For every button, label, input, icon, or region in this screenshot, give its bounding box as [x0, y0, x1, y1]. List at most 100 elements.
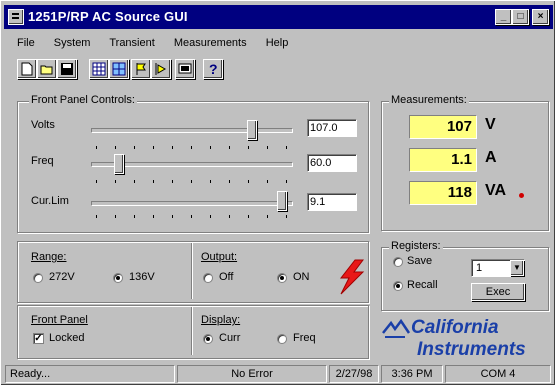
- flag-button[interactable]: [131, 59, 151, 79]
- output-label: Output:: [201, 251, 238, 263]
- register-select[interactable]: 1 ▼: [471, 259, 525, 277]
- window-title: 1251P/RP AC Source GUI: [28, 9, 188, 24]
- california-instruments-logo-icon: [382, 319, 411, 338]
- range-272v-label[interactable]: 272V: [49, 271, 75, 283]
- new-icon: [21, 62, 33, 76]
- freq-input[interactable]: 60.0: [307, 154, 357, 172]
- close-button[interactable]: ×: [532, 9, 549, 25]
- minimize-button[interactable]: _: [495, 9, 512, 25]
- table-button[interactable]: [109, 59, 129, 79]
- menu-measurements[interactable]: Measurements: [174, 37, 247, 49]
- curlim-slider-tick: [96, 215, 97, 218]
- current-unit: A: [485, 149, 497, 166]
- volts-slider-tick: [172, 146, 173, 149]
- volts-slider-tick: [248, 146, 249, 149]
- menu-file[interactable]: File: [17, 37, 35, 49]
- output-off-radio[interactable]: [203, 273, 213, 283]
- register-recall-radio[interactable]: [393, 281, 403, 291]
- volts-slider-tick: [115, 146, 116, 149]
- freq-slider-tick: [210, 180, 211, 183]
- flag-icon: [136, 63, 146, 75]
- maximize-button[interactable]: □: [512, 9, 529, 25]
- help-icon: ?: [209, 61, 218, 77]
- curlim-slider-thumb[interactable]: [277, 191, 288, 211]
- title-bar[interactable]: 1251P/RP AC Source GUI _ □ ×: [4, 5, 553, 29]
- volts-slider-tick: [153, 146, 154, 149]
- locked-checkbox-label[interactable]: Locked: [49, 332, 84, 344]
- freq-slider-tick: [286, 180, 287, 183]
- frontpanel-display-divider: [191, 307, 192, 355]
- display-freq-label[interactable]: Freq: [293, 332, 316, 344]
- freq-slider-tick: [96, 180, 97, 183]
- menu-help[interactable]: Help: [266, 37, 289, 49]
- display-icon: [178, 63, 192, 74]
- display-curr-radio[interactable]: [203, 334, 213, 344]
- measurements-title: Measurements:: [389, 94, 469, 106]
- curlim-slider-tick: [210, 215, 211, 218]
- chevron-down-icon[interactable]: ▼: [510, 260, 524, 276]
- display-curr-label[interactable]: Curr: [219, 332, 240, 344]
- register-recall-label[interactable]: Recall: [407, 279, 438, 291]
- open-icon: [40, 65, 53, 75]
- freq-slider-thumb[interactable]: [113, 154, 124, 174]
- volts-slider-tick: [267, 146, 268, 149]
- help-button[interactable]: ?: [203, 59, 223, 79]
- curlim-slider-tick: [172, 215, 173, 218]
- register-save-radio[interactable]: [393, 257, 403, 267]
- front-panel-controls-title: Front Panel Controls:: [29, 94, 137, 106]
- register-save-label[interactable]: Save: [407, 255, 432, 267]
- volts-slider-track[interactable]: [91, 128, 293, 133]
- range-output-divider: [191, 243, 192, 299]
- output-off-label[interactable]: Off: [219, 271, 233, 283]
- lightning-bolt-icon: [339, 259, 365, 295]
- volts-slider-thumb[interactable]: [246, 120, 257, 140]
- range-136v-label[interactable]: 136V: [129, 271, 155, 283]
- volts-slider-tick: [191, 146, 192, 149]
- freq-slider-tick: [191, 180, 192, 183]
- volts-input[interactable]: 107.0: [307, 119, 357, 137]
- range-label: Range:: [31, 251, 67, 263]
- brand-line2: Instruments: [417, 339, 526, 360]
- freq-slider-tick: [267, 180, 268, 183]
- new-button[interactable]: [17, 59, 37, 79]
- range-272v-radio[interactable]: [33, 273, 43, 283]
- curlim-slider-tick: [248, 215, 249, 218]
- status-error: No Error: [177, 365, 327, 383]
- display-button[interactable]: [175, 59, 195, 79]
- curlim-slider-tick: [191, 215, 192, 218]
- menu-transient[interactable]: Transient: [109, 37, 154, 49]
- grid-button[interactable]: [89, 59, 109, 79]
- grid-icon: [92, 62, 106, 76]
- curlim-slider-tick: [267, 215, 268, 218]
- output-on-radio[interactable]: [277, 273, 287, 283]
- display-freq-radio[interactable]: [277, 334, 287, 344]
- curlim-slider-tick: [153, 215, 154, 218]
- step-icon: [155, 63, 167, 75]
- curlim-slider-tick: [286, 215, 287, 218]
- freq-label: Freq: [31, 155, 54, 167]
- curlim-label: Cur.Lim: [31, 195, 69, 207]
- power-readout: 118: [409, 181, 477, 205]
- freq-slider-tick: [134, 180, 135, 183]
- curlim-slider-tick: [134, 215, 135, 218]
- status-date: 2/27/98: [329, 365, 379, 383]
- save-icon: [61, 63, 73, 75]
- exec-button[interactable]: Exec: [471, 283, 525, 301]
- app-icon[interactable]: [8, 9, 24, 25]
- save-button[interactable]: [57, 59, 77, 79]
- freq-slider-tick: [172, 180, 173, 183]
- locked-checkbox[interactable]: ✓: [33, 333, 44, 344]
- output-on-label[interactable]: ON: [293, 271, 310, 283]
- curlim-slider-track[interactable]: [91, 201, 293, 206]
- table-icon: [112, 62, 126, 76]
- range-136v-radio[interactable]: [113, 273, 123, 283]
- main-window: 1251P/RP AC Source GUI _ □ × File System…: [0, 0, 556, 386]
- curlim-input[interactable]: 9.1: [307, 193, 357, 211]
- step-button[interactable]: [151, 59, 171, 79]
- menu-system[interactable]: System: [54, 37, 91, 49]
- voltage-readout: 107: [409, 115, 477, 139]
- open-button[interactable]: [37, 59, 57, 79]
- menu-bar: File System Transient Measurements Help: [17, 37, 304, 51]
- curlim-slider-tick: [115, 215, 116, 218]
- voltage-unit: V: [485, 116, 496, 133]
